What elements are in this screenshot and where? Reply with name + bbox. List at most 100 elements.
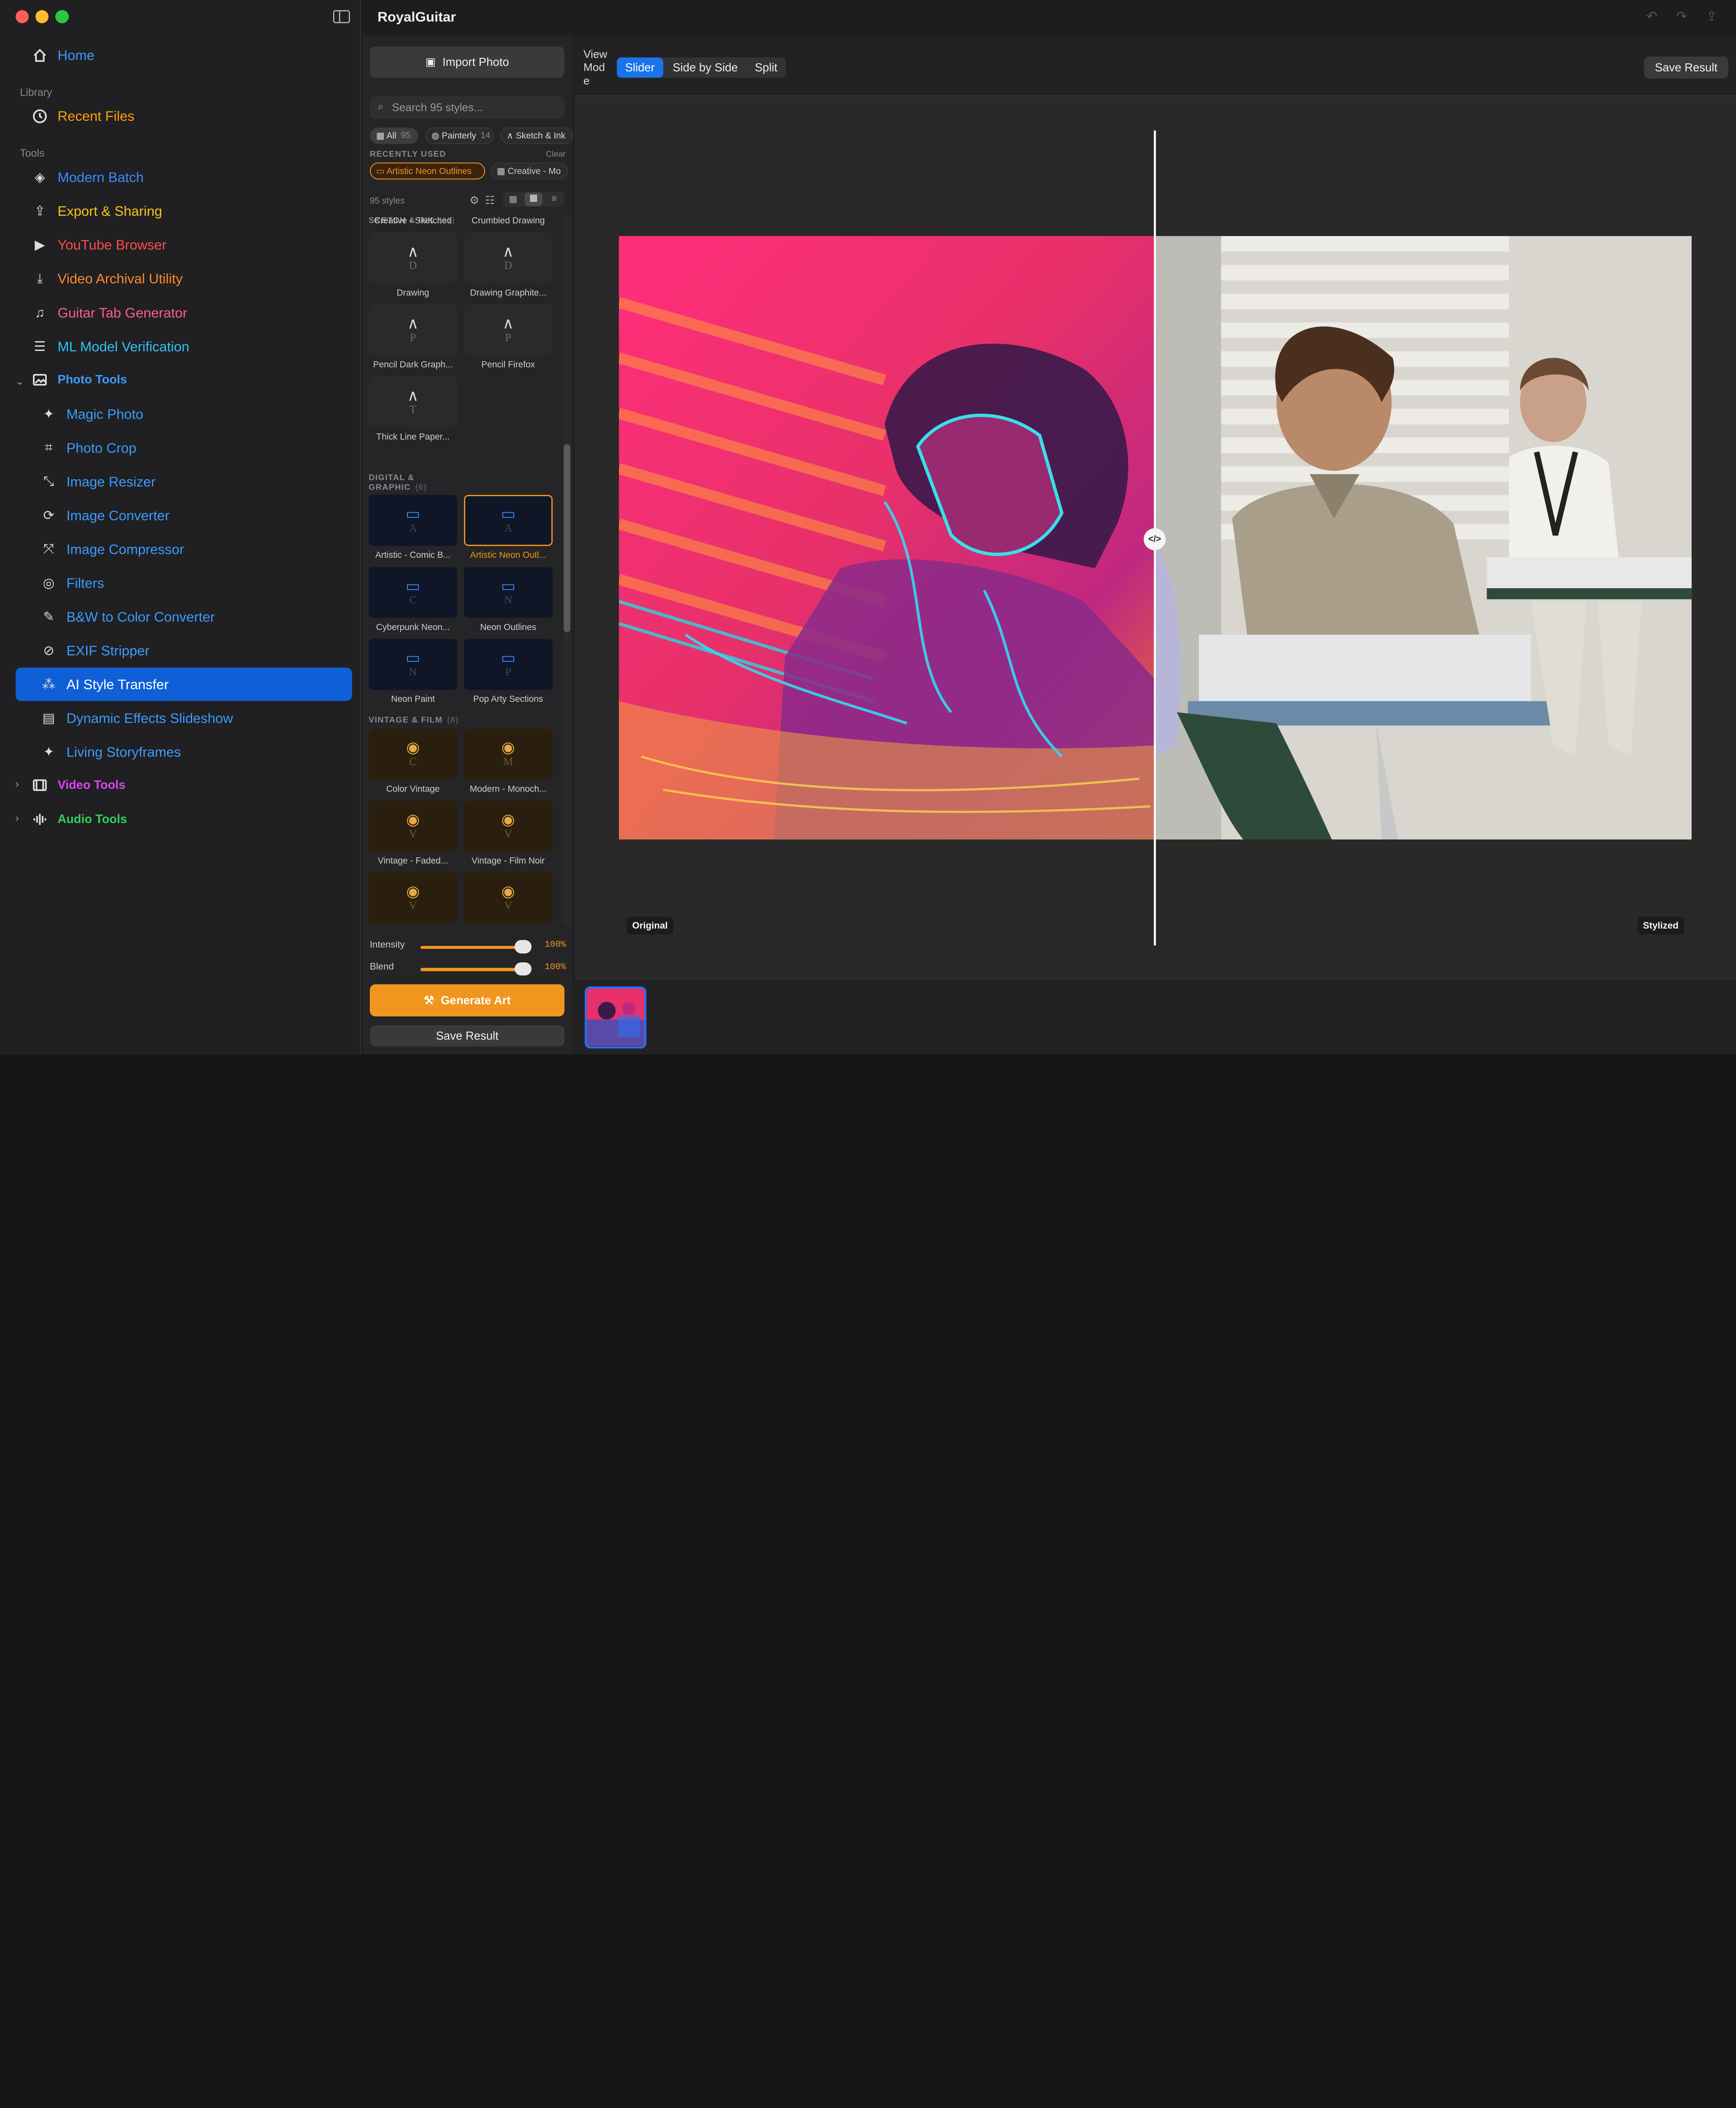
mode-side-by-side-button[interactable]: Side by Side xyxy=(665,57,745,77)
sidebar-item-youtube-browser[interactable]: ▶ YouTube Browser xyxy=(0,229,361,260)
recent-chip-artistic-neon-outlines[interactable]: ▭ Artistic Neon Outlines xyxy=(369,163,485,179)
mode-split-button[interactable]: Split xyxy=(747,57,785,77)
style-letter: N xyxy=(409,666,417,678)
blend-knob[interactable] xyxy=(515,962,532,976)
grid-large-icon[interactable]: ▩ xyxy=(524,193,542,206)
style-card-pencil-firefox[interactable]: ∧ P Pencil Firefox xyxy=(464,304,553,373)
intensity-slider[interactable]: Intensity 100% xyxy=(370,939,569,955)
sidebar-toggle-icon[interactable] xyxy=(333,10,350,24)
style-card-thick-line-paper[interactable]: ∧ T Thick Line Paper... xyxy=(369,376,458,446)
filter-chip-painterly[interactable]: ◍ Painterly 14 xyxy=(425,127,494,144)
style-card-untitled-5[interactable]: ◉ V xyxy=(464,872,553,926)
minimize-window-button[interactable] xyxy=(35,10,49,24)
style-label: Modern - Monoch... xyxy=(469,784,547,794)
layers-icon: ◈ xyxy=(35,169,45,185)
filter-chip-all[interactable]: ▦ All 95 xyxy=(369,127,419,144)
style-card-cyberpunk-neon[interactable]: ▭ C Cyberpunk Neon... xyxy=(369,567,458,636)
window-controls xyxy=(0,0,360,35)
generate-art-button[interactable]: ⚒ Generate Art xyxy=(369,984,565,1017)
style-card-vintage-film-noir[interactable]: ◉ V Vintage - Film Noir xyxy=(464,800,553,869)
scrollbar-thumb[interactable] xyxy=(563,444,570,633)
styles-scrollbar[interactable] xyxy=(563,217,570,926)
style-preview: ◉ C xyxy=(369,728,458,780)
grid-small-icon[interactable]: ▦ xyxy=(505,194,521,205)
sidebar-group-video-tools[interactable]: Video Tools xyxy=(0,770,361,801)
style-preview: ◉ V xyxy=(369,872,458,924)
recent-chip-creative-mo[interactable]: ▦ Creative - Mo xyxy=(490,163,568,179)
section-label-library: Library xyxy=(20,86,52,98)
save-result-panel-button[interactable]: Save Result xyxy=(369,1025,565,1047)
style-card-pencil-dark-graph[interactable]: ∧ P Pencil Dark Graph... xyxy=(369,304,458,373)
style-card-modern-monoch[interactable]: ◉ M Modern - Monoch... xyxy=(464,728,553,798)
style-card-color-vintage[interactable]: ◉ C Color Vintage xyxy=(369,728,458,798)
blend-slider[interactable]: Blend 100% xyxy=(370,961,569,977)
close-window-button[interactable] xyxy=(15,10,29,24)
share-icon: ⇪ xyxy=(34,203,46,218)
filter-chip-sketch-ink[interactable]: ∧ Sketch & Ink xyxy=(500,127,574,144)
list-view-icon[interactable]: ≡ xyxy=(546,194,562,205)
style-card-drawing[interactable]: ∧ D Drawing xyxy=(369,232,458,302)
style-card-drawing-graphite[interactable]: ∧ D Drawing Graphite... xyxy=(464,232,553,302)
sidebar-group-label: Video Tools xyxy=(57,778,126,792)
sidebar-item-image-converter[interactable]: ⟳ Image Converter xyxy=(0,500,361,531)
save-result-button[interactable]: Save Result xyxy=(1644,56,1728,79)
viewer: View Mod e Slider Side by Side Split Sav… xyxy=(575,35,1736,1054)
sidebar-item-export-sharing[interactable]: ⇪ Export & Sharing xyxy=(0,196,361,226)
sidebar-item-dynamic-effects-slideshow[interactable]: ▤ Dynamic Effects Slideshow xyxy=(0,703,361,733)
style-label: Drawing Graphite... xyxy=(470,288,546,298)
intensity-knob[interactable] xyxy=(515,940,532,953)
download-icon: ⤓ xyxy=(37,271,43,286)
sidebar-item-b-w-to-color-converter[interactable]: ✎ B&W to Color Converter xyxy=(0,601,361,632)
sidebar-item-image-resizer[interactable]: ⤡ Image Resizer xyxy=(0,466,361,497)
undo-icon[interactable]: ↶ xyxy=(1643,9,1661,27)
sidebar-group-photo-tools[interactable]: Photo Tools xyxy=(0,364,361,395)
view-mode-label: View Mod e xyxy=(583,47,608,87)
style-card-pop-arty-sections[interactable]: ▭ P Pop Arty Sections xyxy=(464,639,553,708)
clear-recent-button[interactable]: Clear xyxy=(546,149,566,159)
sidebar-item-image-compressor[interactable]: ⤧ Image Compressor xyxy=(0,534,361,565)
sidebar-item-video-archival-utility[interactable]: ⤓ Video Archival Utility xyxy=(0,264,361,294)
style-card-neon-outlines[interactable]: ▭ N Neon Outlines xyxy=(464,567,553,636)
style-card-artistic-comic-b[interactable]: ▭ A Artistic - Comic B... xyxy=(369,495,458,564)
search-input[interactable]: ⌕ Search 95 styles... xyxy=(369,96,565,119)
style-count: 95 styles xyxy=(369,196,405,206)
share-icon[interactable]: ⇪ xyxy=(1703,9,1720,27)
comparison-canvas[interactable]: </> Original Stylized xyxy=(575,96,1736,979)
blend-track[interactable] xyxy=(420,967,525,971)
vintage-style-icon: ◉ xyxy=(501,738,515,757)
sidebar-group-audio-tools[interactable]: Audio Tools xyxy=(0,804,361,835)
sidebar-item-magic-photo[interactable]: ✦ Magic Photo xyxy=(0,399,361,429)
filmstrip-thumbnail[interactable] xyxy=(584,986,647,1049)
waveform-icon xyxy=(31,811,49,829)
style-card-artistic-neon-outl[interactable]: ▭ A Artistic Neon Outl... xyxy=(464,495,553,564)
style-preview: ▭ A xyxy=(464,495,553,546)
import-photo-button[interactable]: ▣ Import Photo xyxy=(369,46,565,78)
sidebar-item-label: Living Storyframes xyxy=(66,744,181,760)
list-filter-icon[interactable]: ☷ xyxy=(485,194,495,207)
style-card-neon-paint[interactable]: ▭ N Neon Paint xyxy=(369,639,458,708)
style-card-untitled-4[interactable]: ◉ V xyxy=(369,872,458,926)
sidebar-item-photo-crop[interactable]: ⌗ Photo Crop xyxy=(0,432,361,463)
sidebar-item-exif-stripper[interactable]: ⊘ EXIF Stripper xyxy=(0,635,361,666)
style-card-creative-sketched[interactable]: ∧CCreative - Sketched xyxy=(369,217,457,229)
style-label: Neon Paint xyxy=(391,694,435,704)
mode-slider-button[interactable]: Slider xyxy=(616,57,663,78)
style-card-crumbled-drawing[interactable]: ∧CCrumbled Drawing xyxy=(464,217,553,229)
sidebar-item-ml-model-verification[interactable]: ☰ ML Model Verification xyxy=(0,331,361,362)
zoom-window-button[interactable] xyxy=(55,10,69,24)
vintage-style-icon: ◉ xyxy=(501,810,515,829)
sidebar-item-recent-files[interactable]: Recent Files xyxy=(0,101,361,132)
sidebar-item-modern-batch[interactable]: ◈ Modern Batch xyxy=(0,162,361,193)
redo-icon[interactable]: ↷ xyxy=(1673,9,1690,27)
style-card-vintage-faded[interactable]: ◉ V Vintage - Faded... xyxy=(369,800,458,869)
sidebar-item-filters[interactable]: ◎ Filters xyxy=(0,568,361,598)
sidebar-item-home[interactable]: Home xyxy=(0,40,361,71)
style-letter: C xyxy=(409,594,417,606)
sidebar-item-living-storyframes[interactable]: ✦ Living Storyframes xyxy=(0,736,361,767)
style-label: Cyberpunk Neon... xyxy=(376,622,450,632)
settings-icon[interactable]: ⚙ xyxy=(469,194,480,207)
sidebar-item-label: AI Style Transfer xyxy=(66,676,169,692)
sidebar-item-ai-style-transfer[interactable]: ⁂ AI Style Transfer xyxy=(0,669,361,700)
intensity-track[interactable] xyxy=(420,945,525,949)
sidebar-item-guitar-tab-generator[interactable]: ♫ Guitar Tab Generator xyxy=(0,297,361,328)
